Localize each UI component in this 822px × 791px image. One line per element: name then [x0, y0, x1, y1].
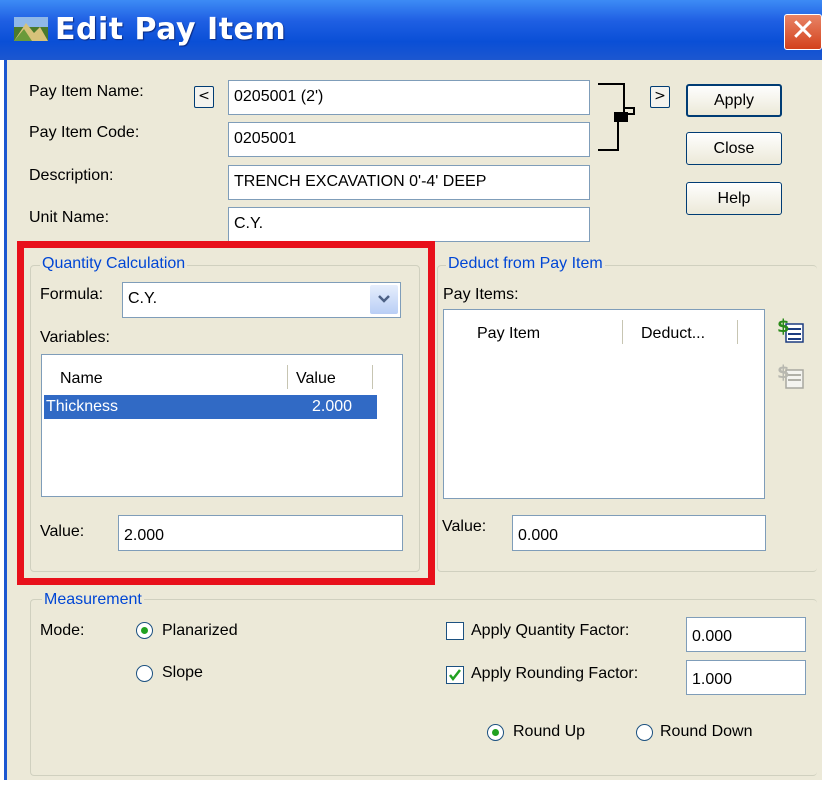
highlight-box — [17, 241, 435, 585]
apply-button[interactable]: Apply — [686, 84, 782, 117]
measurement-legend: Measurement — [42, 591, 144, 609]
rounding-factor-field[interactable]: 1.000 — [686, 660, 806, 695]
round-down-radio-label[interactable]: Round Down — [660, 723, 753, 741]
description-field[interactable]: TRENCH EXCAVATION 0'-4' DEEP — [228, 165, 590, 200]
column-divider — [737, 320, 738, 344]
window-title: Edit Pay Item — [55, 12, 287, 47]
slope-radio-label[interactable]: Slope — [162, 664, 203, 682]
unit-name-field[interactable]: C.Y. — [228, 207, 590, 242]
deduct-from-pay-item-legend: Deduct from Pay Item — [446, 255, 605, 273]
mode-label: Mode: — [40, 622, 85, 639]
next-pay-item-button[interactable]: > — [650, 86, 670, 108]
pay-item-code-label: Pay Item Code: — [29, 124, 140, 141]
pay-item-app-icon — [14, 17, 48, 41]
apply-quantity-factor-checkbox[interactable] — [446, 622, 464, 640]
slope-radio[interactable] — [136, 665, 153, 682]
deduct-value-label: Value: — [442, 518, 487, 535]
description-label: Description: — [29, 167, 114, 184]
planarized-radio[interactable] — [136, 622, 153, 639]
round-up-radio[interactable] — [487, 724, 504, 741]
svg-text:$: $ — [777, 316, 790, 337]
close-window-icon[interactable]: ✕ — [784, 14, 822, 50]
round-down-radio[interactable] — [636, 724, 653, 741]
deduct-column-header[interactable]: Deduct... — [641, 325, 705, 343]
edit-pay-item-window: Edit Pay Item ✕ Pay Item Name: < 0205001… — [0, 0, 822, 791]
round-up-radio-label[interactable]: Round Up — [513, 723, 585, 741]
help-button[interactable]: Help — [686, 182, 782, 215]
add-pay-item-icon[interactable]: $ — [776, 314, 806, 344]
window-bottom-edge — [0, 780, 822, 791]
link-lock-icon[interactable] — [596, 82, 642, 154]
svg-text:$: $ — [777, 362, 790, 383]
column-divider — [622, 320, 623, 344]
apply-rounding-factor-label[interactable]: Apply Rounding Factor: — [471, 665, 638, 683]
remove-pay-item-icon[interactable]: $ — [776, 360, 806, 390]
unit-name-label: Unit Name: — [29, 209, 110, 226]
apply-quantity-factor-label[interactable]: Apply Quantity Factor: — [471, 622, 629, 640]
planarized-radio-label[interactable]: Planarized — [162, 622, 238, 640]
pay-items-label: Pay Items: — [443, 286, 519, 303]
pay-item-code-field[interactable]: 0205001 — [228, 122, 590, 157]
close-button[interactable]: Close — [686, 132, 782, 165]
apply-rounding-factor-checkbox[interactable] — [446, 666, 464, 684]
quantity-factor-field[interactable]: 0.000 — [686, 617, 806, 652]
deduct-pay-items-list[interactable]: Pay Item Deduct... — [443, 309, 765, 499]
title-bar[interactable]: Edit Pay Item ✕ — [0, 0, 822, 60]
checkmark-icon — [449, 669, 461, 682]
pay-item-name-field[interactable]: 0205001 (2') — [228, 80, 590, 115]
pay-item-column-header[interactable]: Pay Item — [477, 325, 540, 343]
deduct-value-field[interactable]: 0.000 — [512, 515, 766, 551]
previous-pay-item-button[interactable]: < — [194, 86, 214, 108]
pay-item-name-label: Pay Item Name: — [29, 83, 144, 100]
